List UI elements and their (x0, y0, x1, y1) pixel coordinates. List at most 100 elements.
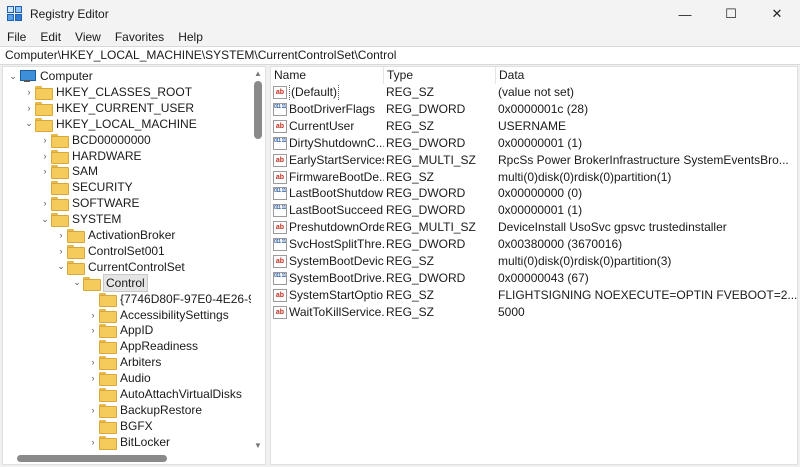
no-chevron (87, 418, 99, 434)
menu-help[interactable]: Help (171, 28, 210, 46)
tree-item[interactable]: BGFX (87, 418, 154, 434)
tree-item[interactable]: › AccessibilitySettings (87, 307, 230, 323)
scroll-down-arrow-icon[interactable]: ▼ (254, 441, 262, 450)
tree-item[interactable]: › Audio (87, 370, 152, 387)
value-type: REG_MULTI_SZ (386, 152, 476, 167)
close-button[interactable]: ✕ (754, 0, 800, 28)
value-type: REG_SZ (386, 254, 435, 268)
tree-item-label: AppID (120, 323, 154, 338)
value-row[interactable]: ab CurrentUser REG_SZ USERNAME (271, 118, 797, 135)
value-name: (Default) (289, 84, 340, 101)
value-row[interactable]: 011 110 LastBootShutdown REG_DWORD 0x000000… (271, 185, 797, 202)
value-row[interactable]: ab (Default) REG_SZ (value not set) (271, 84, 797, 101)
folder-icon (99, 403, 117, 418)
tree-item[interactable]: › AppID (87, 322, 154, 339)
column-header-type[interactable]: Type (384, 67, 496, 84)
tree-item[interactable]: AutoAttachVirtualDisks (87, 386, 243, 402)
tree-item[interactable]: {7746D80F-97E0-4E26-9543 (87, 291, 265, 307)
tree-item-label: CurrentControlSet (88, 259, 185, 274)
binary-value-icon: 011 110 (273, 102, 287, 116)
chevron-right-icon[interactable]: › (39, 132, 51, 148)
tree-horizontal-scrollbar[interactable] (3, 452, 253, 464)
value-row[interactable]: 011 110 SvcHostSplitThre... REG_DWORD 0x003… (271, 236, 797, 253)
tree-item[interactable]: › BitLocker (87, 434, 171, 450)
chevron-right-icon[interactable]: › (55, 243, 67, 259)
chevron-right-icon[interactable]: › (23, 84, 35, 100)
tree-item[interactable]: › SAM (39, 163, 99, 180)
chevron-right-icon[interactable]: › (87, 434, 99, 450)
tree-vertical-scrollbar[interactable]: ▲ ▼ (251, 67, 265, 464)
chevron-down-icon[interactable]: ⌄ (39, 211, 51, 227)
value-type: REG_DWORD (386, 135, 466, 150)
value-data: USERNAME (498, 118, 567, 133)
address-bar[interactable]: Computer\HKEY_LOCAL_MACHINE\SYSTEM\Curre… (0, 46, 800, 65)
value-type: REG_DWORD (386, 186, 466, 201)
chevron-right-icon[interactable]: › (87, 307, 99, 323)
menu-edit[interactable]: Edit (33, 28, 68, 46)
value-name: SystemBootDrive... (289, 270, 384, 285)
menu-file[interactable]: File (0, 28, 33, 46)
chevron-right-icon[interactable]: › (39, 163, 51, 179)
value-row[interactable]: ab SystemStartOptio... REG_SZ FLIGHTSIGNIN… (271, 287, 797, 304)
tree-item[interactable]: ⌄ Computer (7, 68, 94, 84)
chevron-right-icon[interactable]: › (23, 100, 35, 116)
chevron-right-icon[interactable]: › (87, 322, 99, 338)
tree-item[interactable]: AppReadiness (87, 338, 199, 355)
maximize-button[interactable]: ☐ (708, 0, 754, 28)
chevron-right-icon[interactable]: › (87, 402, 99, 418)
value-name: SystemBootDevice (289, 254, 384, 268)
tree-item[interactable]: › Arbiters (87, 354, 162, 371)
value-data: 5000 (498, 304, 525, 319)
tree-item[interactable]: SECURITY (39, 179, 134, 196)
menu-favorites[interactable]: Favorites (108, 28, 171, 46)
title-bar[interactable]: Registry Editor — ☐ ✕ (0, 0, 800, 28)
tree-item[interactable]: › ControlSet001 (55, 243, 166, 259)
menu-view[interactable]: View (68, 28, 108, 46)
chevron-down-icon[interactable]: ⌄ (7, 68, 19, 84)
chevron-right-icon[interactable]: › (55, 227, 67, 243)
value-row[interactable]: ab SystemBootDevice REG_SZ multi(0)disk(0)r… (271, 253, 797, 270)
tree-item-label: ActivationBroker (88, 228, 176, 242)
tree-item[interactable]: ⌄ HKEY_LOCAL_MACHINE (23, 116, 198, 132)
value-row[interactable]: 011 110 BootDriverFlags REG_DWORD 0x0000001… (271, 101, 797, 118)
chevron-down-icon[interactable]: ⌄ (71, 275, 83, 291)
tree-item-label: HKEY_CURRENT_USER (56, 100, 195, 115)
value-row[interactable]: ab PreshutdownOrder REG_MULTI_SZ DeviceInst… (271, 219, 797, 236)
tree-vertical-scroll-thumb[interactable] (254, 81, 262, 139)
tree-item[interactable]: ⌄ SYSTEM (39, 211, 122, 228)
computer-icon (19, 70, 36, 82)
minimize-button[interactable]: — (662, 0, 708, 28)
tree-item[interactable]: › HKEY_CLASSES_ROOT (23, 84, 193, 100)
chevron-down-icon[interactable]: ⌄ (23, 116, 35, 132)
key-tree-pane[interactable]: ⌄ Computer › HKEY_CLASSES_ROOT › HKEY_CURRENT… (2, 66, 266, 465)
chevron-down-icon[interactable]: ⌄ (55, 259, 67, 275)
tree-item[interactable]: › SOFTWARE (39, 195, 141, 212)
tree-item[interactable]: › HKEY_CURRENT_USER (23, 100, 195, 116)
value-row[interactable]: 011 110 SystemBootDrive... REG_DWORD 0x0000… (271, 270, 797, 287)
value-type: REG_SZ (386, 85, 435, 99)
chevron-right-icon[interactable]: › (87, 354, 99, 370)
string-value-icon: ab (273, 86, 287, 99)
value-row[interactable]: ab FirmwareBootDe... REG_SZ multi(0)disk(0)… (271, 169, 797, 186)
scroll-up-arrow-icon[interactable]: ▲ (254, 69, 262, 78)
chevron-right-icon[interactable]: › (39, 148, 51, 164)
column-header-data[interactable]: Data (496, 67, 797, 84)
column-header-name[interactable]: Name (271, 67, 384, 84)
tree-item[interactable]: › BCD00000000 (39, 132, 152, 148)
value-row[interactable]: ab WaitToKillService... REG_SZ 5000 (271, 304, 797, 321)
value-name-cell: 011 110 DirtyShutdownC... (271, 135, 384, 152)
value-name: BootDriverFlags (289, 101, 376, 116)
values-list-pane[interactable]: Name Type Data ab (Default) REG_SZ (value n… (270, 66, 798, 465)
tree-item[interactable]: › HARDWARE (39, 148, 143, 164)
tree-item[interactable]: ⌄ Control (71, 273, 148, 292)
value-row[interactable]: ab EarlyStartServices REG_MULTI_SZ RpcSs Po… (271, 152, 797, 169)
tree-horizontal-scroll-thumb[interactable] (17, 455, 167, 462)
chevron-right-icon[interactable]: › (39, 195, 51, 211)
tree-item[interactable]: › BackupRestore (87, 402, 203, 418)
value-row[interactable]: 011 110 LastBootSucceed... REG_DWORD 0x0000… (271, 202, 797, 219)
chevron-right-icon[interactable]: › (87, 370, 99, 386)
value-row[interactable]: 011 110 DirtyShutdownC... REG_DWORD 0x00000… (271, 135, 797, 152)
tree-item[interactable]: ⌄ CurrentControlSet (55, 259, 186, 275)
tree-item-label: ControlSet001 (88, 243, 165, 258)
tree-item[interactable]: › ActivationBroker (55, 227, 176, 243)
